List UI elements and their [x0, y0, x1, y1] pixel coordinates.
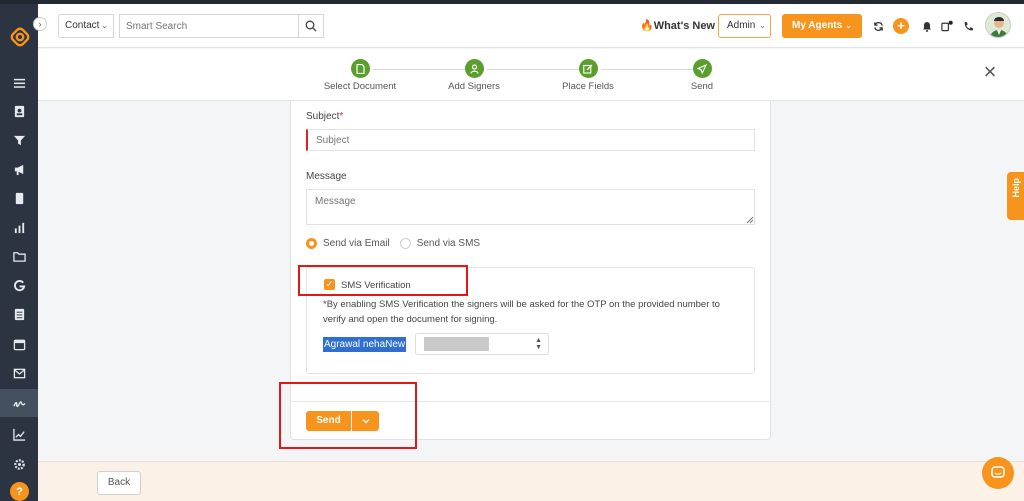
sidebar-item-calendar[interactable]: [0, 330, 38, 358]
dialer-status-icon[interactable]: [941, 20, 953, 32]
admin-select[interactable]: Admin ⌄: [718, 14, 771, 38]
sms-verification-note: *By enabling SMS Verification the signer…: [323, 299, 720, 325]
redacted-phone-number: [424, 337, 489, 351]
contact-card-icon: [14, 105, 24, 117]
megaphone-icon: [14, 164, 23, 175]
sidebar-item-contacts[interactable]: [0, 97, 38, 125]
chevron-down-icon: ⌄: [845, 21, 852, 30]
wizard-stepper: Select Document Add Signers Place Fields…: [38, 49, 1024, 101]
help-circle-icon[interactable]: ?: [10, 482, 29, 501]
sidebar-item-notes[interactable]: [0, 300, 38, 328]
top-header: Contact ⌄ 🔥What's New Admin ⌄ My Agents⌄…: [38, 4, 1024, 48]
sidebar-item-list[interactable]: [0, 69, 38, 97]
line-chart-icon: [12, 428, 25, 441]
search-button[interactable]: [298, 14, 324, 38]
subject-label: Subject*: [306, 111, 344, 122]
user-avatar[interactable]: [985, 12, 1011, 38]
signature-icon: [12, 400, 26, 407]
chat-widget-button[interactable]: [982, 457, 1014, 489]
subject-input[interactable]: [306, 129, 755, 151]
whats-new-link[interactable]: 🔥What's New: [640, 19, 715, 32]
document-icon: [350, 59, 370, 78]
book-icon: [15, 192, 23, 204]
back-button[interactable]: Back: [97, 471, 141, 495]
sidebar-item-esign[interactable]: [0, 389, 38, 417]
clipboard-icon: [14, 308, 24, 320]
signer-phone-input[interactable]: ▲ ▼: [415, 333, 549, 355]
user-icon: [464, 59, 484, 78]
sidebar-item-mail[interactable]: [0, 359, 38, 387]
folder-icon: [12, 251, 26, 262]
sidebar-item-campaigns[interactable]: [0, 155, 38, 183]
add-icon[interactable]: +: [893, 18, 909, 34]
funnel-icon: [13, 135, 25, 145]
sidebar: ?: [0, 0, 38, 501]
sidebar-item-folders[interactable]: [0, 242, 38, 270]
chevron-down-icon: [362, 419, 369, 424]
signer-name: Agrawal nehaNew: [323, 337, 407, 352]
smart-search-input[interactable]: [119, 14, 299, 38]
spinner-arrows-icon[interactable]: ▲ ▼: [535, 337, 542, 351]
contact-type-select[interactable]: Contact ⌄: [58, 14, 114, 38]
close-icon[interactable]: ×: [981, 61, 999, 83]
bar-chart-icon: [14, 222, 24, 233]
chevron-down-icon: ⌄: [101, 21, 108, 30]
flame-icon: 🔥: [640, 20, 654, 32]
send-via-sms-radio[interactable]: [399, 238, 411, 249]
my-agents-button[interactable]: My Agents ⌄: [782, 14, 862, 38]
sms-verification-panel: ✓ SMS Verification *By enabling SMS Veri…: [306, 267, 755, 374]
app-logo-icon[interactable]: [9, 26, 31, 48]
bell-icon[interactable]: [921, 20, 933, 32]
sidebar-item-funnel[interactable]: [0, 126, 38, 154]
sidebar-toggle-chevron-icon[interactable]: ›: [33, 17, 47, 31]
wizard-footer: Back: [38, 461, 1024, 501]
edit-icon: [578, 59, 598, 78]
chevron-down-icon: ⌄: [759, 21, 766, 30]
google-icon: [13, 279, 25, 291]
send-options-dropdown[interactable]: [352, 411, 379, 431]
send-icon: [692, 59, 712, 78]
divider: [291, 401, 770, 402]
sms-verification-checkbox[interactable]: ✓: [324, 279, 335, 290]
phone-icon[interactable]: [962, 20, 974, 32]
mail-icon: [13, 368, 25, 378]
step-place-fields[interactable]: Place Fields: [543, 59, 633, 92]
sidebar-item-reports[interactable]: [0, 213, 38, 241]
refresh-icon[interactable]: [872, 20, 884, 32]
message-textarea[interactable]: [306, 189, 755, 225]
step-send[interactable]: Send: [657, 59, 747, 92]
list-icon: [13, 78, 25, 88]
resize-grip-icon[interactable]: [746, 216, 754, 224]
sidebar-item-google[interactable]: [0, 271, 38, 299]
chat-icon: [991, 466, 1005, 478]
help-side-tab[interactable]: Help: [1007, 172, 1024, 220]
send-via-email-radio[interactable]: [306, 238, 317, 249]
sms-verification-label: SMS Verification: [341, 280, 411, 291]
step-add-signers[interactable]: Add Signers: [429, 59, 519, 92]
sidebar-item-settings[interactable]: [0, 450, 38, 478]
send-channel-radios: Send via Email Send via SMS: [306, 238, 480, 249]
sidebar-item-documents[interactable]: [0, 184, 38, 212]
send-document-form: Subject* Message Send via Email Send via…: [290, 101, 771, 440]
calendar-icon: [13, 339, 25, 350]
sidebar-item-analytics[interactable]: [0, 420, 38, 448]
gear-icon: [13, 458, 25, 470]
step-select-document[interactable]: Select Document: [315, 59, 405, 92]
message-label: Message: [306, 171, 347, 182]
search-icon: [305, 20, 317, 32]
send-button[interactable]: Send: [306, 411, 351, 431]
